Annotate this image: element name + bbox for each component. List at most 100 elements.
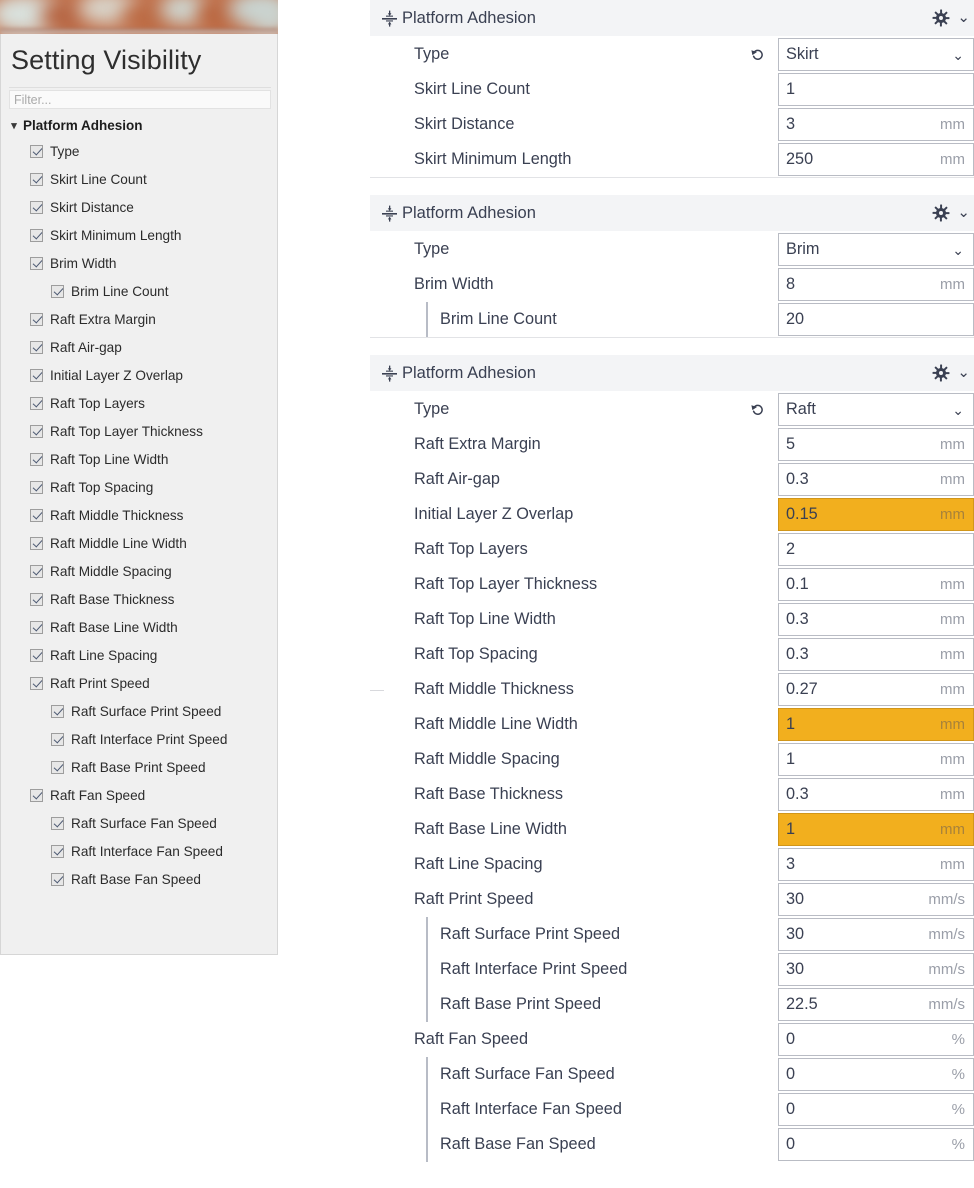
tree-item[interactable]: Brim Width	[5, 249, 275, 277]
chevron-down-icon[interactable]: ⌄	[952, 48, 964, 62]
tree-item[interactable]: Raft Interface Print Speed	[5, 725, 275, 753]
checkbox-checked-icon[interactable]	[51, 284, 64, 298]
tree-item[interactable]: Raft Base Print Speed	[5, 753, 275, 781]
tree-item[interactable]: Raft Top Layers	[5, 389, 275, 417]
tree-item[interactable]: Raft Surface Print Speed	[5, 697, 275, 725]
tree-item[interactable]: Raft Top Line Width	[5, 445, 275, 473]
chevron-down-icon[interactable]: ⌄	[952, 403, 964, 417]
section-header[interactable]: Platform Adhesion ⌄	[370, 195, 974, 232]
tree-item[interactable]: Raft Extra Margin	[5, 305, 275, 333]
setting-value-input[interactable]: 2	[778, 533, 974, 566]
setting-value-input[interactable]: 22.5 mm/s	[778, 988, 974, 1021]
setting-value-input[interactable]: 5 mm	[778, 428, 974, 461]
checkbox-checked-icon[interactable]	[51, 732, 64, 746]
chevron-down-icon[interactable]: ⌄	[957, 365, 970, 382]
setting-value-input[interactable]: 0%	[778, 1128, 974, 1161]
setting-value-input[interactable]: 0.15 mm	[778, 498, 974, 531]
tree-item[interactable]: Raft Base Fan Speed	[5, 865, 275, 893]
tree-item[interactable]: Raft Base Line Width	[5, 613, 275, 641]
setting-value-input[interactable]: 0.3 mm	[778, 463, 974, 496]
checkbox-checked-icon[interactable]	[30, 368, 43, 382]
setting-value-input[interactable]: 0.27 mm	[778, 673, 974, 706]
checkbox-checked-icon[interactable]	[30, 228, 43, 242]
setting-value-input[interactable]: 3 mm	[778, 108, 974, 141]
setting-value-input[interactable]: 8 mm	[778, 268, 974, 301]
gear-icon[interactable]	[932, 9, 950, 27]
checkbox-checked-icon[interactable]	[51, 760, 64, 774]
checkbox-checked-icon[interactable]	[30, 648, 43, 662]
tree-item[interactable]: Initial Layer Z Overlap	[5, 361, 275, 389]
checkbox-checked-icon[interactable]	[51, 872, 64, 886]
chevron-down-icon[interactable]: ▾	[5, 119, 23, 132]
chevron-down-icon[interactable]: ⌄	[952, 243, 964, 257]
chevron-down-icon[interactable]: ⌄	[957, 10, 970, 27]
tree-item[interactable]: Raft Print Speed	[5, 669, 275, 697]
tree-item[interactable]: Type	[5, 137, 275, 165]
setting-value-input[interactable]: 20	[778, 303, 974, 336]
section-header[interactable]: Platform Adhesion ⌄	[370, 0, 974, 37]
tree-item[interactable]: Raft Middle Line Width	[5, 529, 275, 557]
checkbox-checked-icon[interactable]	[30, 200, 43, 214]
chevron-down-icon[interactable]: ⌄	[957, 205, 970, 222]
checkbox-checked-icon[interactable]	[30, 256, 43, 270]
checkbox-checked-icon[interactable]	[30, 564, 43, 578]
checkbox-checked-icon[interactable]	[30, 788, 43, 802]
setting-value-input[interactable]: 30 mm/s	[778, 953, 974, 986]
checkbox-checked-icon[interactable]	[30, 676, 43, 690]
setting-value-input[interactable]: 0.3 mm	[778, 778, 974, 811]
filter-input[interactable]: Filter...	[9, 90, 271, 109]
setting-value-input[interactable]: 0%	[778, 1023, 974, 1056]
tree-item[interactable]: Raft Middle Spacing	[5, 557, 275, 585]
revert-to-default-icon[interactable]	[750, 402, 766, 418]
setting-value-input[interactable]: 30 mm/s	[778, 883, 974, 916]
tree-item[interactable]: Raft Middle Thickness	[5, 501, 275, 529]
tree-item[interactable]: Skirt Minimum Length	[5, 221, 275, 249]
setting-value-input[interactable]: 3 mm	[778, 848, 974, 881]
setting-value-input[interactable]: 0.3 mm	[778, 638, 974, 671]
setting-value-input[interactable]: 0.1 mm	[778, 568, 974, 601]
tree-item[interactable]: Raft Fan Speed	[5, 781, 275, 809]
gear-icon[interactable]	[932, 204, 950, 222]
setting-value-input[interactable]: 1 mm	[778, 743, 974, 776]
setting-value-input[interactable]: 0%	[778, 1093, 974, 1126]
checkbox-checked-icon[interactable]	[30, 312, 43, 326]
tree-item[interactable]: Raft Line Spacing	[5, 641, 275, 669]
checkbox-checked-icon[interactable]	[51, 816, 64, 830]
setting-value-input[interactable]: 1	[778, 73, 974, 106]
tree-item[interactable]: Raft Air-gap	[5, 333, 275, 361]
checkbox-checked-icon[interactable]	[51, 704, 64, 718]
section-header[interactable]: Platform Adhesion ⌄	[370, 355, 974, 392]
setting-value-input[interactable]: 0.3 mm	[778, 603, 974, 636]
checkbox-checked-icon[interactable]	[51, 844, 64, 858]
checkbox-checked-icon[interactable]	[30, 340, 43, 354]
tree-item[interactable]: Raft Interface Fan Speed	[5, 837, 275, 865]
revert-to-default-icon[interactable]	[750, 47, 766, 63]
tree-item[interactable]: Skirt Distance	[5, 193, 275, 221]
checkbox-checked-icon[interactable]	[30, 620, 43, 634]
checkbox-checked-icon[interactable]	[30, 424, 43, 438]
checkbox-checked-icon[interactable]	[30, 480, 43, 494]
gear-icon[interactable]	[932, 364, 950, 382]
setting-dropdown[interactable]: Brim ⌄	[778, 233, 974, 266]
setting-value-input[interactable]: 250 mm	[778, 143, 974, 176]
setting-value-input[interactable]: 0%	[778, 1058, 974, 1091]
checkbox-checked-icon[interactable]	[30, 536, 43, 550]
tree-category-platform-adhesion[interactable]: ▾ Platform Adhesion	[5, 114, 275, 137]
checkbox-checked-icon[interactable]	[30, 396, 43, 410]
tree-item[interactable]: Raft Base Thickness	[5, 585, 275, 613]
checkbox-checked-icon[interactable]	[30, 508, 43, 522]
tree-item[interactable]: Raft Surface Fan Speed	[5, 809, 275, 837]
setting-value-input[interactable]: 1 mm	[778, 813, 974, 846]
tree-item[interactable]: Brim Line Count	[5, 277, 275, 305]
setting-dropdown[interactable]: Skirt ⌄	[778, 38, 974, 71]
checkbox-checked-icon[interactable]	[30, 592, 43, 606]
setting-value-input[interactable]: 30 mm/s	[778, 918, 974, 951]
tree-item[interactable]: Raft Top Layer Thickness	[5, 417, 275, 445]
checkbox-checked-icon[interactable]	[30, 452, 43, 466]
checkbox-checked-icon[interactable]	[30, 172, 43, 186]
checkbox-checked-icon[interactable]	[30, 144, 43, 158]
tree-item[interactable]: Raft Top Spacing	[5, 473, 275, 501]
setting-dropdown[interactable]: Raft ⌄	[778, 393, 974, 426]
setting-value-input[interactable]: 1 mm	[778, 708, 974, 741]
tree-item[interactable]: Skirt Line Count	[5, 165, 275, 193]
